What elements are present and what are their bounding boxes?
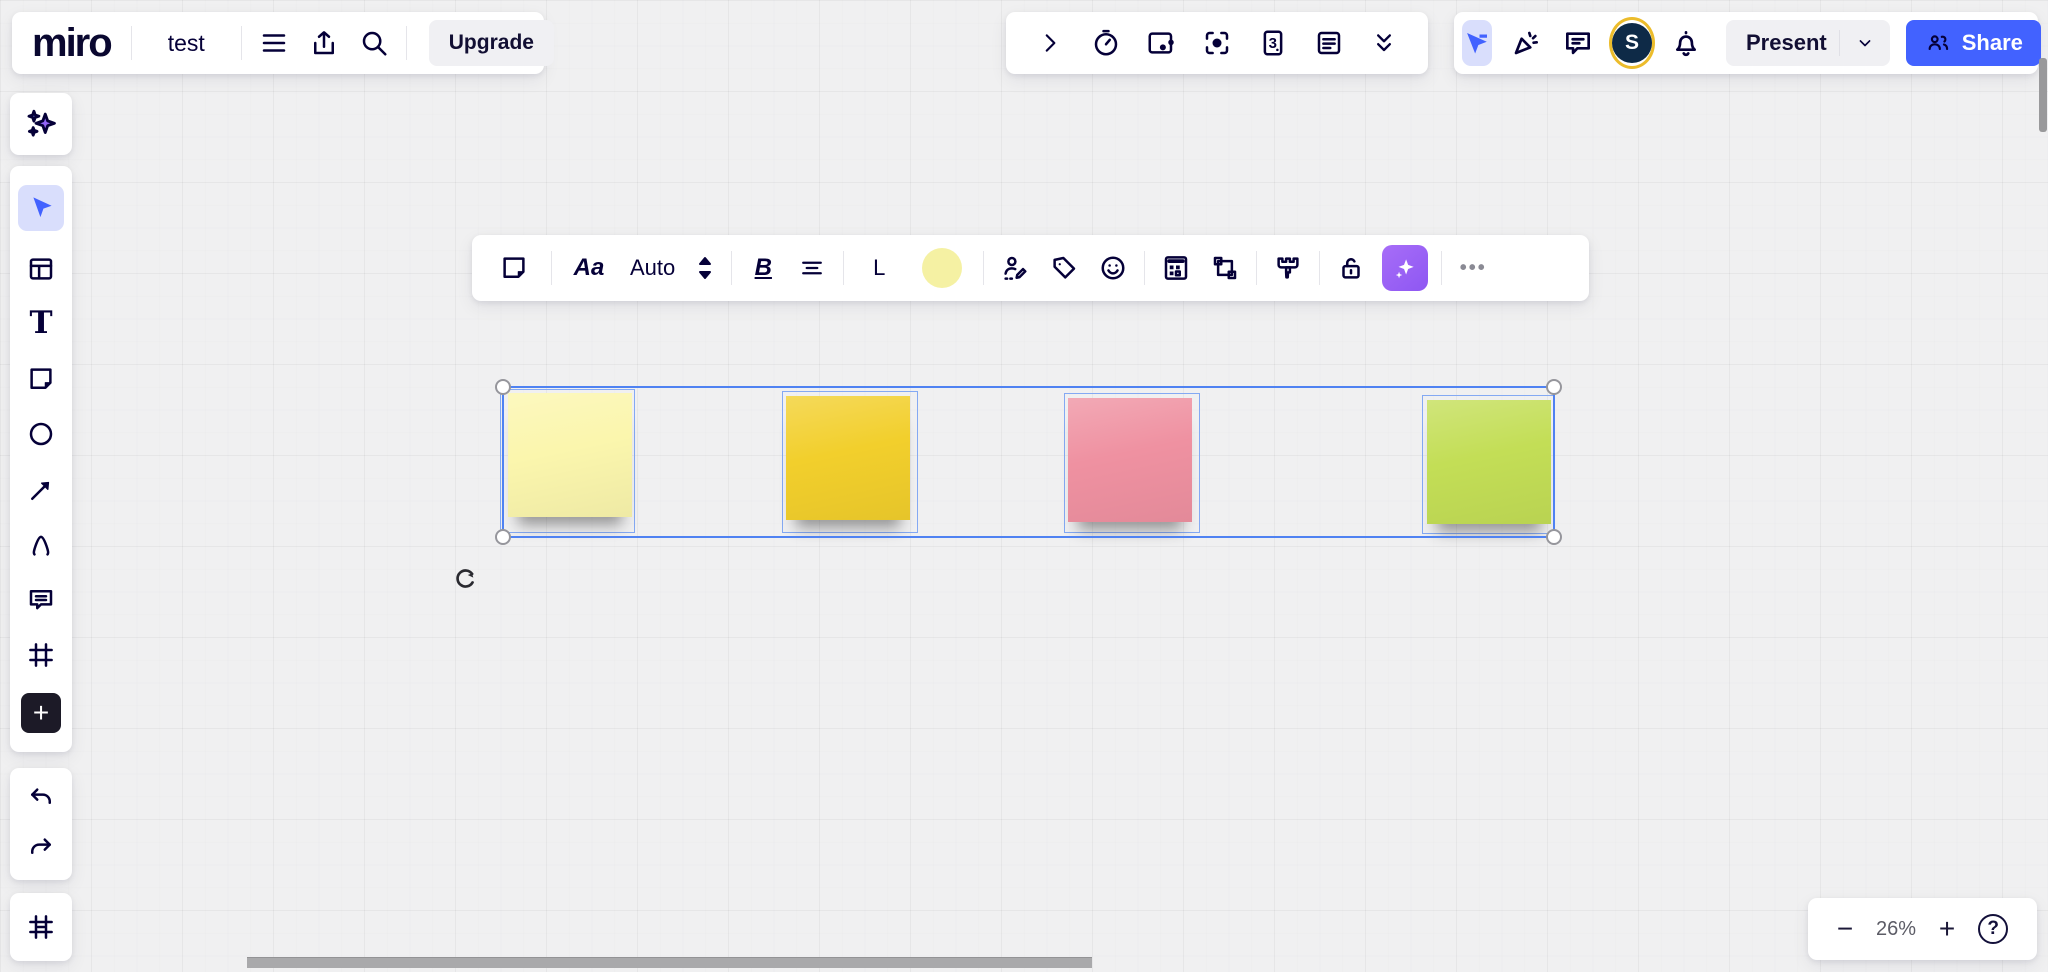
zoom-controls: − 26% + ?	[1808, 898, 2037, 960]
search-icon[interactable]	[356, 25, 392, 61]
font-size-stepper[interactable]	[692, 250, 718, 286]
avatar-initial: S	[1612, 23, 1652, 63]
share-button[interactable]: Share	[1906, 20, 2041, 66]
selection-bounding-box[interactable]	[502, 386, 1555, 538]
creation-toolbar: T +	[10, 166, 72, 752]
divider	[1319, 251, 1320, 285]
comments-icon[interactable]	[1560, 25, 1596, 61]
avatar[interactable]: S	[1612, 20, 1652, 66]
share-label: Share	[1962, 30, 2023, 56]
follow-cursor-button[interactable]	[1462, 20, 1492, 66]
attention-spotlight-icon[interactable]	[1199, 25, 1235, 61]
divider	[241, 26, 242, 60]
help-button[interactable]: ?	[1978, 914, 2008, 944]
board-canvas[interactable]: miro test Upgrade 3	[0, 0, 2048, 972]
notifications-bell-icon[interactable]	[1668, 25, 1704, 61]
miro-logo[interactable]: miro	[32, 23, 117, 63]
bold-button[interactable]: B	[745, 250, 781, 286]
switch-to-grid-button[interactable]	[1158, 250, 1194, 286]
text-tool-icon[interactable]: T	[23, 306, 59, 342]
divider	[1441, 251, 1442, 285]
redo-icon[interactable]	[23, 831, 59, 867]
undo-icon[interactable]	[23, 781, 59, 817]
ai-assist-panel	[10, 93, 72, 155]
top-right-toolbar: S Present Share	[1454, 12, 2038, 74]
collapse-toolbar-icon[interactable]	[1032, 25, 1068, 61]
top-left-toolbar: miro test Upgrade	[12, 12, 544, 74]
collaboration-toolbar: 3	[1006, 12, 1428, 74]
zoom-out-button[interactable]: −	[1837, 915, 1853, 943]
rotate-handle-icon[interactable]	[450, 563, 482, 595]
reactions-icon[interactable]	[1508, 25, 1544, 61]
timer-icon[interactable]	[1088, 25, 1124, 61]
chevron-down-icon[interactable]	[1854, 32, 1876, 54]
upgrade-button[interactable]: Upgrade	[429, 20, 554, 66]
resize-handle-top-right[interactable]	[1546, 379, 1562, 395]
resize-handle-bottom-right[interactable]	[1546, 529, 1562, 545]
frames-panel-button[interactable]	[10, 893, 72, 961]
emoji-button[interactable]	[1095, 250, 1131, 286]
frame-tool-icon[interactable]	[23, 637, 59, 673]
tag-button[interactable]	[1046, 250, 1082, 286]
present-button[interactable]: Present	[1726, 20, 1890, 66]
pen-tool-icon[interactable]	[23, 527, 59, 563]
estimation-icon[interactable]: 3	[1255, 25, 1291, 61]
switch-type-button[interactable]	[1207, 250, 1243, 286]
resize-handle-bottom-left[interactable]	[495, 529, 511, 545]
sticky-type-icon[interactable]	[496, 250, 532, 286]
lock-button[interactable]	[1333, 250, 1369, 286]
board-name[interactable]: test	[146, 30, 227, 57]
ai-sparkle-icon[interactable]	[23, 106, 59, 142]
format-painter-button[interactable]	[1270, 250, 1306, 286]
ai-actions-button[interactable]	[1382, 245, 1428, 291]
comment-tool-icon[interactable]	[23, 582, 59, 618]
divider	[406, 26, 407, 60]
font-size-value[interactable]: Auto	[626, 255, 679, 281]
more-options-button[interactable]: •••	[1455, 250, 1491, 286]
zoom-in-button[interactable]: +	[1939, 915, 1955, 943]
author-button[interactable]	[997, 250, 1033, 286]
vertical-scrollbar[interactable]	[2039, 58, 2047, 132]
templates-tool-icon[interactable]	[23, 251, 59, 287]
export-icon[interactable]	[306, 25, 342, 61]
divider	[983, 251, 984, 285]
sticky-note-tool-icon[interactable]	[23, 361, 59, 397]
history-panel	[10, 768, 72, 880]
main-menu-icon[interactable]	[256, 25, 292, 61]
people-icon	[1924, 29, 1952, 57]
divider	[551, 251, 552, 285]
estimation-number: 3	[1269, 35, 1277, 52]
context-toolbar: Aa Auto B L	[472, 235, 1589, 301]
frames-list-icon	[23, 909, 59, 945]
divider	[843, 251, 844, 285]
connector-tool-icon[interactable]	[23, 472, 59, 508]
voting-icon[interactable]	[1143, 25, 1179, 61]
font-style-button[interactable]: Aa	[565, 250, 613, 286]
divider	[731, 251, 732, 285]
note-size-button[interactable]: L	[857, 250, 901, 286]
notes-icon[interactable]	[1311, 25, 1347, 61]
present-label: Present	[1746, 30, 1840, 56]
more-tools-icon[interactable]	[1366, 25, 1402, 61]
note-color-swatch[interactable]	[922, 248, 962, 288]
divider	[1256, 251, 1257, 285]
text-align-button[interactable]	[794, 250, 830, 286]
divider	[131, 26, 132, 60]
shape-tool-icon[interactable]	[23, 416, 59, 452]
divider	[1144, 251, 1145, 285]
zoom-level[interactable]: 26%	[1876, 918, 1916, 941]
resize-handle-top-left[interactable]	[495, 379, 511, 395]
add-more-tools-button[interactable]: +	[21, 693, 61, 733]
horizontal-scrollbar[interactable]	[247, 957, 1092, 968]
select-tool-button[interactable]	[18, 185, 64, 231]
